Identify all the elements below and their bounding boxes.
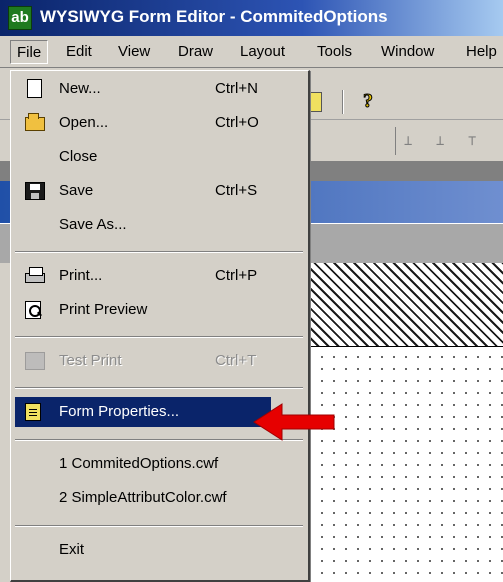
menu-help[interactable]: Help	[460, 40, 503, 64]
open-folder-icon	[25, 113, 45, 131]
menu-item-recent-1[interactable]: 1 CommitedOptions.cwf	[15, 449, 303, 479]
menu-window[interactable]: Window	[375, 40, 440, 64]
menu-item-label: Save As...	[59, 216, 127, 233]
menu-item-exit[interactable]: Exit	[15, 535, 303, 565]
new-document-icon	[27, 79, 42, 98]
menu-item-label: New...	[59, 80, 101, 97]
align-top-icon[interactable]: ⊤	[468, 133, 476, 149]
print-preview-icon	[25, 301, 41, 319]
menu-item-label: Exit	[59, 541, 85, 558]
menu-item-label: Test Print	[59, 352, 122, 369]
menu-bar: File Edit View Draw Layout Tools Window …	[0, 36, 503, 68]
printer-icon	[25, 267, 45, 283]
test-print-icon	[25, 352, 45, 370]
menu-item-label: Form Properties...	[59, 403, 180, 420]
menu-item-print[interactable]: Print... Ctrl+P	[15, 261, 303, 291]
menu-item-label: Open...	[59, 114, 109, 131]
menu-separator	[15, 387, 303, 389]
menu-item-shortcut: Ctrl+T	[215, 352, 257, 369]
menu-item-shortcut: Ctrl+S	[215, 182, 258, 199]
menu-view[interactable]: View	[112, 40, 156, 64]
menu-item-label: 1 CommitedOptions.cwf	[59, 455, 219, 472]
menu-item-new[interactable]: New... Ctrl+N	[15, 74, 303, 104]
menu-item-shortcut: Ctrl+N	[215, 80, 258, 97]
alignment-button-group: ⊥ ⊥ ⊤	[395, 127, 503, 155]
form-properties-icon	[25, 403, 41, 421]
align-middle-icon[interactable]: ⊥	[436, 133, 444, 149]
file-menu-dropdown: New... Ctrl+N Open... Ctrl+O Close Save …	[10, 70, 310, 582]
form-editor-app-icon: ab	[8, 6, 32, 30]
menu-layout[interactable]: Layout	[234, 40, 291, 64]
menu-item-label: Close	[59, 148, 98, 165]
menu-tools[interactable]: Tools	[311, 40, 358, 64]
menu-edit[interactable]: Edit	[60, 40, 98, 64]
menu-separator	[15, 251, 303, 253]
menu-item-save-as[interactable]: Save As...	[15, 210, 303, 240]
menu-item-save[interactable]: Save Ctrl+S	[15, 176, 303, 206]
title-bar[interactable]: ab WYSIWYG Form Editor - CommitedOptions	[0, 0, 503, 36]
menu-item-label: Print Preview	[59, 301, 148, 318]
align-bottom-icon[interactable]: ⊥	[404, 133, 412, 149]
menu-item-form-properties[interactable]: Form Properties...	[15, 397, 271, 427]
menu-draw[interactable]: Draw	[172, 40, 219, 64]
toolbar-separator	[342, 90, 344, 114]
menu-item-close[interactable]: Close	[15, 142, 303, 172]
menu-separator	[15, 336, 303, 338]
menu-item-shortcut: Ctrl+P	[215, 267, 258, 284]
red-arrow-icon	[253, 403, 335, 441]
menu-item-print-preview[interactable]: Print Preview	[15, 295, 303, 325]
menu-item-recent-2[interactable]: 2 SimpleAttributColor.cwf	[15, 483, 303, 513]
menu-item-test-print: Test Print Ctrl+T	[15, 346, 303, 376]
menu-file[interactable]: File	[10, 40, 49, 64]
menu-item-shortcut: Ctrl+O	[215, 114, 259, 131]
menu-item-label: Print...	[59, 267, 103, 284]
form-properties-toolbar-icon[interactable]	[308, 92, 322, 112]
menu-item-open[interactable]: Open... Ctrl+O	[15, 108, 303, 138]
menu-item-label: 2 SimpleAttributColor.cwf	[59, 489, 227, 506]
form-header-band[interactable]	[300, 263, 503, 347]
form-design-canvas[interactable]	[300, 347, 503, 582]
save-disk-icon	[25, 182, 45, 200]
menu-item-label: Save	[59, 182, 94, 199]
window-title: WYSIWYG Form Editor - CommitedOptions	[40, 7, 388, 26]
menu-separator	[15, 525, 303, 527]
help-icon[interactable]	[355, 88, 381, 114]
